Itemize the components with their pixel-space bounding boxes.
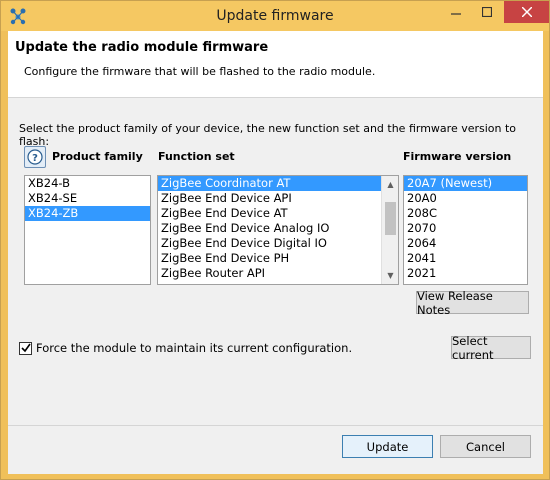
select-current-button[interactable]: Select current: [451, 334, 531, 362]
view-release-notes-button[interactable]: View Release Notes: [416, 289, 529, 317]
help-button[interactable]: ?: [24, 146, 46, 168]
product-family-item[interactable]: XB24-SE: [25, 191, 150, 206]
function-set-item[interactable]: ZigBee End Device Analog IO: [158, 221, 381, 236]
force-config-checkbox[interactable]: [19, 341, 32, 355]
firmware-version-item[interactable]: 2041: [404, 251, 527, 266]
firmware-version-item[interactable]: 2070: [404, 221, 527, 236]
function-set-list[interactable]: ZigBee Coordinator AT ZigBee End Device A…: [157, 175, 399, 285]
footer-divider: [8, 425, 543, 426]
maximize-icon: [482, 7, 492, 17]
update-firmware-window: Update firmware Update the radio module …: [0, 0, 550, 480]
close-icon: [521, 7, 532, 17]
function-set-scrollbar[interactable]: ▲ ▼: [381, 176, 398, 284]
checkmark-icon: [20, 343, 31, 353]
force-config-option[interactable]: Force the module to maintain its current…: [19, 341, 352, 355]
minimize-icon: [451, 13, 461, 15]
svg-text:?: ?: [32, 153, 38, 164]
scroll-thumb[interactable]: [385, 202, 396, 235]
header-title: Update the radio module firmware: [15, 40, 269, 55]
cancel-button[interactable]: Cancel: [440, 435, 531, 458]
function-set-label: Function set: [158, 150, 235, 163]
function-set-item[interactable]: ZigBee Router API: [158, 266, 381, 281]
help-icon: ?: [27, 149, 43, 165]
maximize-button[interactable]: [472, 1, 502, 23]
firmware-version-item[interactable]: 2021: [404, 266, 527, 281]
close-button[interactable]: [504, 1, 549, 23]
header-description: Configure the firmware that will be flas…: [24, 65, 376, 78]
minimize-button[interactable]: [441, 1, 471, 23]
firmware-version-item[interactable]: 208C: [404, 206, 527, 221]
scroll-up-icon[interactable]: ▲: [382, 176, 398, 193]
dialog-body: Update the radio module firmware Configu…: [8, 31, 543, 474]
update-button[interactable]: Update: [342, 435, 433, 458]
firmware-version-item[interactable]: 20A0: [404, 191, 527, 206]
firmware-version-list[interactable]: 20A7 (Newest) 20A0 208C 2070 2064 2041 2021: [403, 175, 528, 285]
function-set-item[interactable]: ZigBee Coordinator AT: [158, 176, 381, 191]
function-set-item[interactable]: ZigBee End Device Digital IO: [158, 236, 381, 251]
product-family-item[interactable]: XB24-B: [25, 176, 150, 191]
function-set-item[interactable]: ZigBee End Device PH: [158, 251, 381, 266]
product-family-list[interactable]: XB24-B XB24-SE XB24-ZB: [24, 175, 151, 285]
scroll-down-icon[interactable]: ▼: [382, 267, 398, 284]
firmware-version-label: Firmware version: [403, 150, 512, 163]
function-set-item[interactable]: ZigBee End Device AT: [158, 206, 381, 221]
force-config-label: Force the module to maintain its current…: [36, 341, 353, 355]
product-family-item[interactable]: XB24-ZB: [25, 206, 150, 221]
product-family-label: Product family: [52, 150, 143, 163]
dialog-header: Update the radio module firmware Configu…: [8, 31, 543, 98]
title-bar[interactable]: Update firmware: [1, 1, 549, 31]
firmware-version-item[interactable]: 20A7 (Newest): [404, 176, 527, 191]
function-set-item[interactable]: ZigBee End Device API: [158, 191, 381, 206]
instruction-text: Select the product family of your device…: [19, 122, 517, 148]
firmware-version-item[interactable]: 2064: [404, 236, 527, 251]
